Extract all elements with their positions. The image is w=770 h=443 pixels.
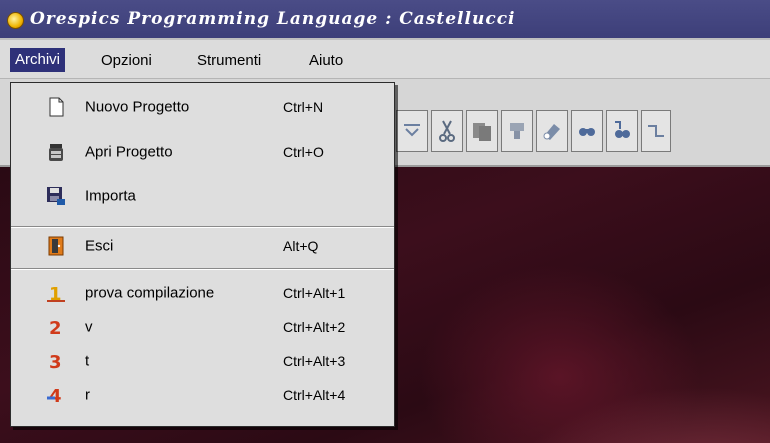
open-project-icon — [45, 141, 67, 163]
new-document-icon — [45, 96, 67, 118]
title-bar: Orespics Programming Language : Castellu… — [0, 0, 770, 40]
menu-item-apri-progetto[interactable]: Apri Progetto Ctrl+O — [11, 135, 394, 169]
find-replace-button[interactable] — [606, 110, 638, 152]
find-icon — [579, 128, 595, 136]
connector-button[interactable] — [641, 110, 671, 152]
svg-text:3: 3 — [49, 352, 62, 372]
eraser-icon — [543, 124, 560, 140]
svg-text:2: 2 — [49, 318, 62, 338]
find-replace-icon — [615, 121, 630, 138]
menu-item-recent-1[interactable]: 1 prova compilazione Ctrl+Alt+1 — [11, 276, 394, 310]
shortcut-label: Ctrl+Alt+1 — [283, 285, 346, 301]
menu-item-esci[interactable]: Esci Alt+Q — [11, 229, 394, 263]
menu-item-label: Esci — [85, 237, 114, 255]
recent-2-icon: 2 — [45, 316, 67, 339]
menu-item-recent-2[interactable]: 2 v Ctrl+Alt+2 — [11, 310, 394, 344]
copy-icon — [473, 123, 491, 141]
paste-button[interactable] — [501, 110, 533, 152]
recent-3-icon: 3 — [45, 350, 67, 373]
app-clock-icon[interactable] — [7, 12, 24, 29]
undo-button[interactable] — [396, 110, 428, 152]
svg-text:4: 4 — [49, 386, 62, 406]
connector-icon — [648, 125, 664, 137]
menu-strumenti[interactable]: Strumenti — [197, 49, 261, 73]
cut-icon — [439, 120, 455, 142]
menu-item-label: Importa — [85, 187, 136, 205]
shortcut-label: Ctrl+Alt+2 — [283, 319, 346, 335]
menu-bar: Opzioni Strumenti Aiuto — [0, 40, 770, 79]
undo-icon — [404, 124, 420, 137]
shortcut-label: Ctrl+N — [283, 99, 324, 115]
menu-opzioni[interactable]: Opzioni — [101, 49, 152, 73]
eraser-button[interactable] — [536, 110, 568, 152]
menu-item-importa[interactable]: Importa — [11, 179, 394, 213]
archivi-dropdown-menu: Nuovo Progetto Ctrl+N Apri Progetto Ctrl… — [10, 82, 395, 427]
menu-item-label: t — [85, 352, 90, 370]
menu-item-nuovo-progetto[interactable]: Nuovo Progetto Ctrl+N — [11, 90, 394, 124]
recent-4-icon: 4 — [45, 384, 67, 407]
copy-button[interactable] — [466, 110, 498, 152]
shortcut-label: Ctrl+O — [283, 144, 324, 160]
shortcut-label: Alt+Q — [283, 238, 319, 254]
menu-item-recent-4[interactable]: 4 r Ctrl+Alt+4 — [11, 378, 394, 412]
cut-button[interactable] — [431, 110, 463, 152]
recent-1-icon: 1 — [45, 282, 67, 305]
menu-item-label: prova compilazione — [85, 284, 215, 302]
paste-icon — [510, 123, 524, 139]
application-window: Orespics Programming Language : Castellu… — [0, 0, 770, 443]
menu-item-label: Nuovo Progetto — [85, 98, 190, 116]
menu-separator — [11, 268, 394, 270]
menu-item-label: v — [85, 318, 93, 336]
window-title: Orespics Programming Language : Castellu… — [30, 9, 516, 29]
find-button[interactable] — [571, 110, 603, 152]
shortcut-label: Ctrl+Alt+4 — [283, 387, 346, 403]
menu-archivi[interactable]: Archivi — [10, 48, 66, 72]
menu-item-label: r — [85, 386, 90, 404]
menu-item-recent-3[interactable]: 3 t Ctrl+Alt+3 — [11, 344, 394, 378]
import-disk-icon — [45, 185, 67, 207]
menu-separator — [11, 226, 394, 228]
menu-aiuto[interactable]: Aiuto — [309, 49, 343, 73]
exit-door-icon — [45, 235, 67, 257]
shortcut-label: Ctrl+Alt+3 — [283, 353, 346, 369]
menu-item-label: Apri Progetto — [85, 143, 173, 161]
